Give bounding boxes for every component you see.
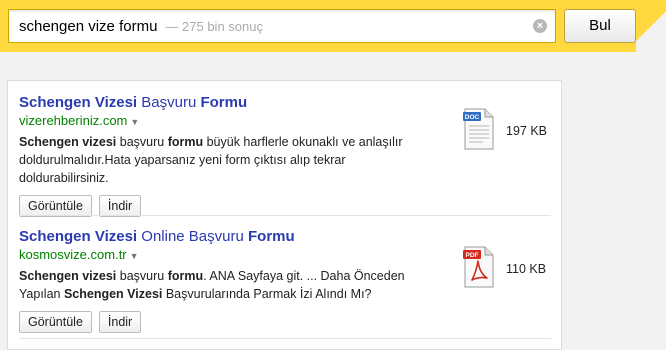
divider bbox=[19, 338, 551, 339]
title-part: Schengen Vizesi bbox=[19, 94, 138, 111]
title-part: Online Başvuru bbox=[137, 228, 248, 245]
result-url-text[interactable]: kosmosvize.com.tr bbox=[19, 247, 127, 262]
file-type-label: DOC bbox=[465, 114, 480, 121]
title-part: Başvuru bbox=[137, 94, 201, 111]
snippet-part: formu bbox=[167, 134, 204, 149]
clear-icon[interactable]: × bbox=[533, 19, 547, 33]
result-actions: Görüntüle İndir bbox=[19, 310, 559, 333]
header-bar: schengen vize formu — 275 bin sonuç × Bu… bbox=[0, 0, 666, 52]
result-snippet: Schengen vizesi başvuru formu. ANA Sayfa… bbox=[19, 267, 429, 303]
chevron-down-icon[interactable]: ▼ bbox=[130, 117, 139, 127]
pdf-file-icon[interactable]: PDF bbox=[463, 246, 495, 288]
snippet-part: Schengen Vizesi bbox=[63, 286, 163, 301]
snippet-part: Schengen vizesi bbox=[19, 134, 117, 149]
view-button[interactable]: Görüntüle bbox=[19, 310, 92, 333]
result-actions: Görüntüle İndir bbox=[19, 194, 559, 217]
search-query-text[interactable]: schengen vize formu bbox=[19, 18, 157, 35]
result-count: — 275 bin sonuç bbox=[165, 18, 263, 34]
snippet-part: formu bbox=[167, 268, 204, 283]
search-input[interactable]: schengen vize formu — 275 bin sonuç × bbox=[8, 9, 556, 43]
snippet-part: Schengen vizesi bbox=[19, 268, 117, 283]
doc-file-icon[interactable]: DOC bbox=[463, 108, 495, 150]
header-wedge bbox=[636, 0, 666, 52]
file-size: 197 KB bbox=[506, 124, 548, 138]
file-type-label: PDF bbox=[466, 252, 479, 259]
snippet-part: başvuru bbox=[116, 134, 168, 149]
title-part: Formu bbox=[248, 228, 295, 245]
divider bbox=[19, 215, 551, 216]
snippet-part: başvuru bbox=[116, 268, 168, 283]
view-button[interactable]: Görüntüle bbox=[19, 194, 92, 217]
search-button[interactable]: Bul bbox=[564, 9, 636, 43]
result-url-text[interactable]: vizerehberiniz.com bbox=[19, 113, 127, 128]
result-title-link[interactable]: Schengen Vizesi Online Başvuru Formu bbox=[19, 228, 559, 246]
download-button[interactable]: İndir bbox=[98, 194, 142, 217]
result-snippet: Schengen vizesi başvuru formu büyük harf… bbox=[19, 133, 429, 187]
download-button[interactable]: İndir bbox=[98, 310, 142, 333]
results-panel: Schengen Vizesi Başvuru Formu vizerehber… bbox=[7, 80, 562, 350]
title-part: Schengen Vizesi bbox=[19, 228, 138, 245]
file-size: 110 KB bbox=[506, 262, 547, 276]
title-part: Formu bbox=[200, 94, 248, 111]
snippet-part: Başvurularında Parmak İzi Alındı Mı? bbox=[162, 286, 372, 301]
chevron-down-icon[interactable]: ▼ bbox=[130, 251, 139, 261]
